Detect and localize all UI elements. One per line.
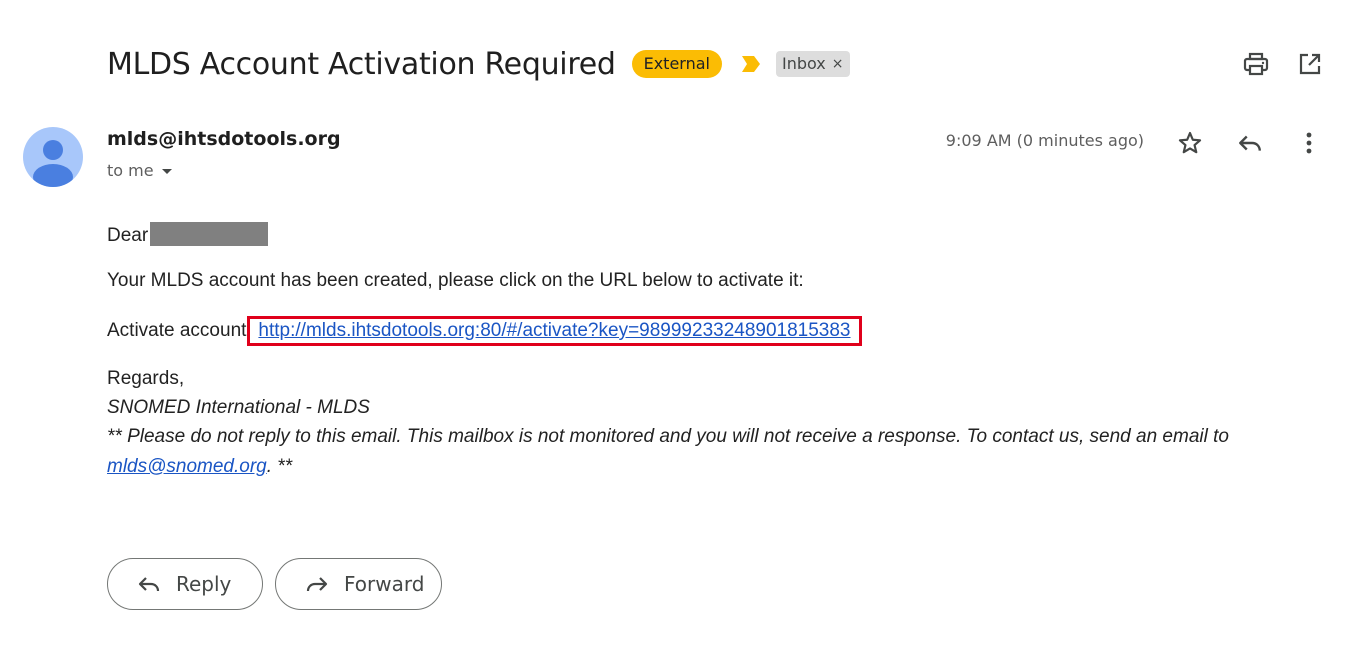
activation-link-highlight: http://mlds.ihtsdotools.org:80/#/activat… [247,316,862,346]
email-subject: MLDS Account Activation Required [107,46,616,82]
inbox-label-text: Inbox [781,54,826,73]
person-icon [33,140,73,187]
sender-avatar[interactable] [23,127,83,187]
activate-line: Activate account http://mlds.ihtsdotools.… [107,316,862,346]
contact-email-link[interactable]: mlds@snomed.org [107,456,267,477]
forward-button[interactable]: Forward [275,558,442,610]
print-icon[interactable] [1242,50,1270,78]
disclaimer-end: . ** [266,456,293,477]
star-icon[interactable] [1175,128,1205,158]
subject-row: MLDS Account Activation Required Externa… [107,40,850,88]
disclaimer-text: ** Please do not reply to this email. Th… [107,426,1229,447]
reply-button-label: Reply [176,572,232,596]
remove-label-icon[interactable]: × [832,53,844,75]
more-vert-icon[interactable] [1294,128,1324,158]
recipient-details-toggle[interactable]: to me [107,161,172,180]
intro-text: Your MLDS account has been created, plea… [107,270,804,291]
inbox-label-chip: Inbox × [775,51,850,77]
signature-text: SNOMED International - MLDS [107,397,370,418]
redacted-recipient-name [150,222,269,246]
disclaimer-contact-line: mlds@snomed.org. ** [107,456,292,478]
external-badge: External [631,50,722,78]
regards-text: Regards, [107,368,185,389]
activation-link[interactable]: http://mlds.ihtsdotools.org:80/#/activat… [258,320,850,341]
reply-icon[interactable] [1235,128,1265,158]
sender-email[interactable]: mlds@ihtsdotools.org [107,128,341,150]
greeting-line: Dear [107,222,269,247]
importance-marker-icon[interactable] [740,54,762,74]
forward-button-label: Forward [344,572,425,596]
reply-icon [136,571,162,597]
forward-icon [304,571,330,597]
activate-label: Activate account [107,320,247,341]
message-timestamp: 9:09 AM (0 minutes ago) [945,131,1144,150]
chevron-down-icon [161,169,172,174]
reply-button[interactable]: Reply [107,558,263,610]
greeting-text: Dear [107,225,149,246]
recipient-label: to me [107,161,154,180]
open-in-new-window-icon[interactable] [1296,50,1324,78]
